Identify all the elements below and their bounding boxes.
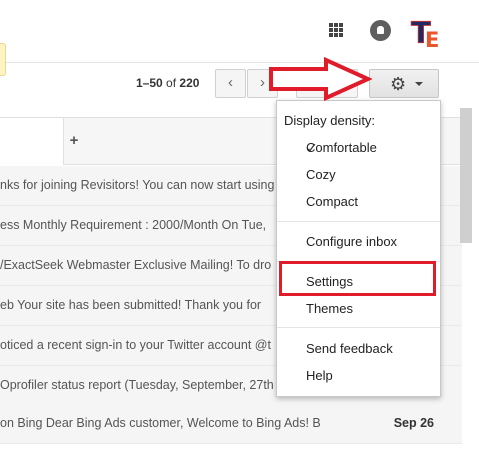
settings-highlight-box <box>279 261 436 296</box>
menu-item-label: Configure inbox <box>306 234 398 249</box>
page-of: of <box>166 76 177 90</box>
annotation-arrow-icon <box>269 57 372 101</box>
menu-item-comfortable[interactable]: ✓ Comfortable <box>277 135 440 161</box>
add-tab-button[interactable]: + <box>67 132 81 149</box>
menu-item-label: Send feedback <box>306 341 393 356</box>
header-divider <box>0 62 479 63</box>
scrollbar-thumb[interactable] <box>460 108 472 243</box>
pagination-label: 1–50 of 220 <box>136 76 199 90</box>
newer-button[interactable]: ‹ <box>215 69 246 98</box>
email-snippet: Oprofiler status report (Tuesday, Septem… <box>0 378 274 392</box>
menu-item-configure-inbox[interactable]: Configure inbox <box>277 229 440 255</box>
density-header: Display density: <box>277 108 440 134</box>
density-header-label: Display density: <box>284 113 376 128</box>
svg-text:E: E <box>425 28 439 49</box>
menu-divider <box>277 221 440 222</box>
chevron-left-icon: ‹ <box>228 74 233 91</box>
menu-divider <box>277 327 440 328</box>
email-snippet: eb Your site has been submitted! Thank y… <box>0 298 262 312</box>
menu-item-label: Comfortable <box>306 140 377 155</box>
menu-item-label: Cozy <box>306 167 336 182</box>
chevron-down-icon <box>415 82 423 86</box>
email-snippet: on Bing Dear Bing Ads customer, Welcome … <box>0 416 321 430</box>
tab-primary[interactable] <box>0 118 64 165</box>
menu-item-help[interactable]: Help <box>277 363 440 389</box>
table-row[interactable]: on Bing Dear Bing Ads customer, Welcome … <box>0 404 462 444</box>
gear-icon: ⚙ <box>390 74 407 94</box>
email-snippet: /ExactSeek Webmaster Exclusive Mailing! … <box>0 258 272 272</box>
bell-icon[interactable] <box>370 20 391 41</box>
notice-tab <box>0 43 6 76</box>
menu-item-compact[interactable]: Compact <box>277 189 440 215</box>
settings-gear-button[interactable]: ⚙ <box>369 69 439 98</box>
menu-item-send-feedback[interactable]: Send feedback <box>277 336 440 362</box>
menu-item-cozy[interactable]: Cozy <box>277 162 440 188</box>
page-total: 220 <box>179 76 200 90</box>
avatar[interactable]: T E <box>410 13 444 49</box>
menu-item-themes[interactable]: Themes <box>277 296 440 322</box>
email-snippet: ess Monthly Requirement : 2000/Month On … <box>0 218 267 232</box>
email-snippet: nks for joining Revisitors! You can now … <box>0 178 275 192</box>
settings-menu: Display density: ✓ Comfortable Cozy Comp… <box>276 100 441 397</box>
menu-item-label: Help <box>306 368 333 383</box>
menu-item-label: Compact <box>306 194 359 209</box>
menu-item-label: Themes <box>306 301 353 316</box>
top-bar: T E <box>0 0 479 62</box>
apps-grid-icon[interactable] <box>329 23 343 37</box>
email-date: Sep 26 <box>393 416 434 430</box>
page-range: 1–50 <box>136 76 163 90</box>
email-snippet: oticed a recent sign-in to your Twitter … <box>0 338 271 352</box>
